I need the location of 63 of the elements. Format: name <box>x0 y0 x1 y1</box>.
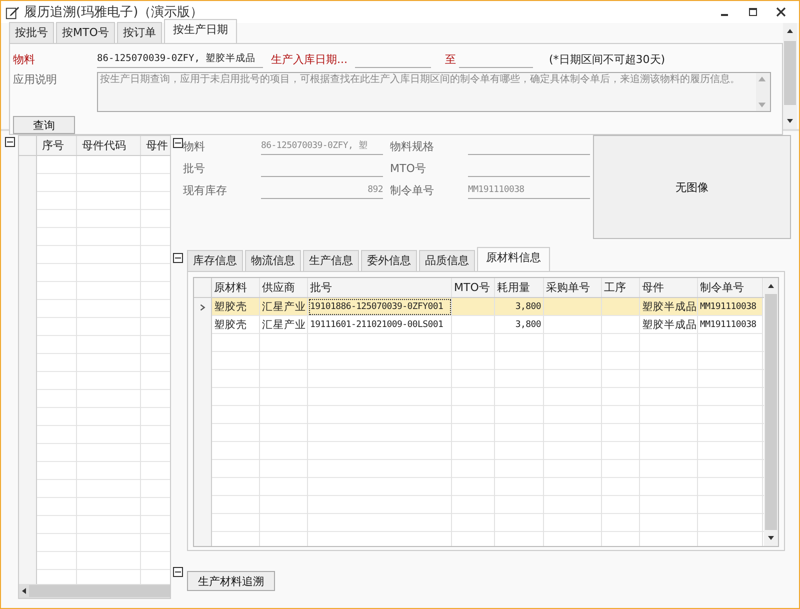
table-cell: 塑胶壳 <box>212 298 260 316</box>
table-cell: 3,800 <box>495 298 544 316</box>
trace-button[interactable]: 生产材料追溯 <box>187 571 275 591</box>
column-header[interactable]: 制令单号 <box>698 278 763 297</box>
description-label: 应用说明 <box>13 72 58 88</box>
query-tab[interactable]: 按生产日期 <box>164 19 237 43</box>
table-cell: 汇星产业 <box>260 298 308 316</box>
table-cell: MM191110038 <box>698 298 763 316</box>
column-header[interactable]: 工序 <box>602 278 640 297</box>
field-label: 批号 <box>183 160 206 176</box>
scroll-thumb[interactable] <box>765 294 777 530</box>
table-cell: 塑胶半成品 <box>640 298 698 316</box>
column-header[interactable]: 供应商 <box>260 278 308 297</box>
detail-tab[interactable]: 生产信息 <box>303 250 359 271</box>
table-cell <box>544 298 602 316</box>
collapse-icon[interactable] <box>173 567 183 577</box>
date-note: (*日期区间不可超30天) <box>549 52 666 66</box>
current-row-icon <box>198 302 207 312</box>
table-cell <box>452 298 495 316</box>
column-header[interactable]: 批号 <box>308 278 452 297</box>
detail-tab[interactable]: 品质信息 <box>419 250 475 271</box>
collapse-icon[interactable] <box>173 253 183 263</box>
collapse-icon[interactable] <box>173 138 183 148</box>
column-header[interactable]: 采购单号 <box>544 278 602 297</box>
material-label: 物料 <box>13 52 36 66</box>
description-box: 按生产日期查询，应用于未启用批号的项目，可根据查找在此生产入库日期区间的制令单有哪些，确定具体制令单后，来追溯该物料的履历信息。 <box>97 72 771 112</box>
query-tab[interactable]: 按订单 <box>116 22 162 43</box>
query-tab[interactable]: 按MTO号 <box>56 22 115 43</box>
window-title: 履历追溯(玛雅电子)（演示版） <box>24 4 204 21</box>
field-label: 制令单号 <box>390 182 435 198</box>
field-value: MM191110038 <box>468 182 590 198</box>
detail-tab[interactable]: 委外信息 <box>361 250 417 271</box>
field-value: 86-125070039-0ZFY, 塑 <box>261 138 383 154</box>
scroll-thumb[interactable] <box>29 585 170 597</box>
collapse-icon[interactable] <box>5 137 15 147</box>
table-cell <box>602 298 640 316</box>
scrollbar[interactable] <box>783 23 797 129</box>
column-header[interactable]: 耗用量 <box>495 278 544 297</box>
to-label: 至 <box>445 52 457 66</box>
detail-tab[interactable]: 原材料信息 <box>477 247 550 271</box>
date-link[interactable]: 生产入库日期... <box>271 52 353 66</box>
query-tab[interactable]: 按批号 <box>9 22 54 43</box>
field-label: MTO号 <box>390 160 427 176</box>
material-field[interactable]: 86-125070039-0ZFY, 塑胶半成品 <box>97 50 263 68</box>
field-label: 现有库存 <box>183 182 228 198</box>
column-header[interactable]: 母件 <box>640 278 698 297</box>
column-header[interactable]: MTO号 <box>452 278 495 297</box>
column-header[interactable]: 序号 <box>37 136 77 155</box>
table-cell: 19101886-125070039-0ZFY001 <box>308 298 452 316</box>
column-header[interactable]: 原材料 <box>212 278 260 297</box>
detail-tab[interactable]: 物流信息 <box>245 250 301 271</box>
row-header[interactable] <box>194 298 212 316</box>
maximize-icon[interactable] <box>748 7 758 17</box>
field-label: 物料 <box>183 138 206 154</box>
no-image-text: 无图像 <box>676 180 708 194</box>
close-icon[interactable] <box>776 7 786 17</box>
query-button[interactable]: 查询 <box>13 116 75 134</box>
field-label: 物料规格 <box>390 138 435 154</box>
field-value: 892 <box>261 182 383 198</box>
edit-icon <box>5 4 20 20</box>
detail-tab[interactable]: 库存信息 <box>187 250 243 271</box>
column-header[interactable]: 母件代码 <box>77 136 141 155</box>
scroll-thumb[interactable] <box>784 41 796 105</box>
